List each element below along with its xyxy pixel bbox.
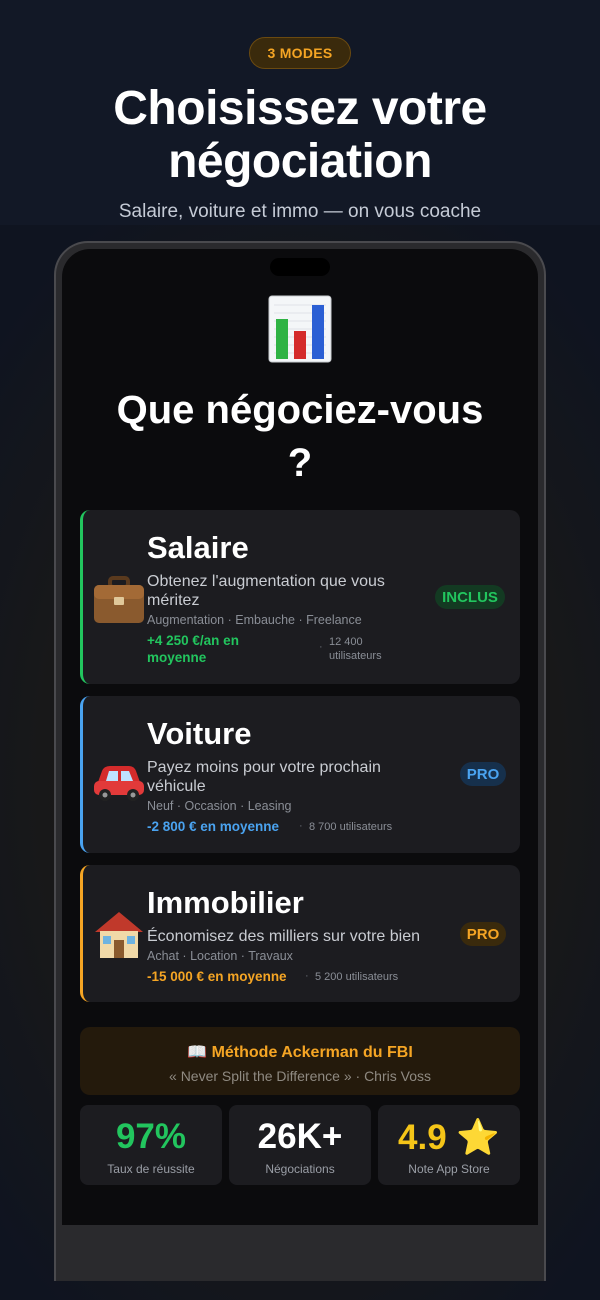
stat-label: Note App Store [408, 1162, 490, 1176]
camera-notch [270, 258, 330, 276]
mode-name: Voiture [147, 716, 252, 751]
mode-name: Immobilier [147, 885, 304, 920]
mode-description-line2: méritez [147, 592, 200, 609]
mode-description: Payez moins pour votre prochain véhicule [147, 758, 427, 796]
gain-line2: moyenne [147, 650, 207, 665]
stat-value: 4.9 ⭐ [398, 1118, 500, 1157]
question-title: Que négociez-vous ? [62, 384, 538, 490]
ackerman-quote: « Never Split the Difference » · Chris V… [169, 1068, 431, 1084]
hero-title-line2: négociation [168, 135, 432, 188]
users-line2: utilisateurs [329, 650, 382, 662]
hero-subtitle: Salaire, voiture et immo — on vous coach… [118, 201, 482, 222]
question-line2: ? [287, 441, 313, 485]
stat-label: Négociations [265, 1162, 335, 1176]
separator-dot: · [305, 970, 309, 982]
stat-app-store-rating: 4.9 ⭐ Note App Store [378, 1105, 520, 1185]
separator-dot: · [319, 641, 323, 653]
ackerman-title: 📖 Méthode Ackerman du FBI [187, 1044, 413, 1061]
stat-success-rate: 97% Taux de réussite [80, 1105, 222, 1185]
mode-card-immobilier[interactable]: Immobilier Économisez des milliers sur v… [80, 865, 520, 1002]
stat-label: Taux de réussite [107, 1162, 195, 1176]
users-line1: 12 400 [329, 636, 363, 648]
house-icon [95, 912, 143, 958]
mode-average-gain: +4 250 €/an en moyenne [147, 632, 239, 666]
mode-card-voiture[interactable]: Voiture Payez moins pour votre prochain … [80, 696, 520, 853]
mode-card-salaire[interactable]: Salaire Obtenez l'augmentation que vous … [80, 510, 520, 684]
mode-name: Salaire [147, 530, 249, 565]
mode-user-count: 12 400 utilisateurs [329, 635, 382, 663]
mode-tags: Neuf · Occasion · Leasing [147, 799, 292, 813]
stat-value: 26K+ [257, 1117, 343, 1156]
mode-average-gain: -2 800 € en moyenne [147, 819, 280, 834]
question-line1: Que négociez-vous [116, 388, 484, 432]
separator-dot: · [299, 820, 303, 832]
mode-user-count: 5 200 utilisateurs [315, 971, 399, 983]
stat-value: 97% [115, 1117, 187, 1156]
hero-title: Choisissez votre négociation [0, 82, 600, 188]
stat-negotiations: 26K+ Négociations [229, 1105, 371, 1185]
gain-line1: +4 250 €/an en [147, 633, 239, 648]
mode-description-line1: Payez moins pour votre prochain [147, 759, 381, 776]
mode-description-line1: Obtenez l'augmentation que vous [147, 573, 385, 590]
mode-tags: Augmentation · Embauche · Freelance [147, 613, 362, 627]
bar-chart-icon [268, 295, 332, 363]
hero-title-line1: Choisissez votre [113, 82, 487, 135]
mode-description: Économisez des milliers sur votre bien [147, 928, 420, 945]
included-badge: INCLUS [435, 585, 505, 609]
car-icon [94, 766, 144, 801]
modes-pill: 3 MODES [249, 37, 351, 69]
mode-average-gain: -15 000 € en moyenne [147, 969, 287, 984]
mode-user-count: 8 700 utilisateurs [309, 821, 393, 833]
mode-description: Obtenez l'augmentation que vous méritez [147, 572, 427, 610]
mode-tags: Achat · Location · Travaux [147, 949, 293, 963]
pro-badge: PRO [460, 922, 506, 946]
pro-badge: PRO [460, 762, 506, 786]
briefcase-icon [94, 576, 144, 623]
mode-description-line2: véhicule [147, 778, 206, 795]
ackerman-method-banner: 📖 Méthode Ackerman du FBI « Never Split … [80, 1027, 520, 1095]
